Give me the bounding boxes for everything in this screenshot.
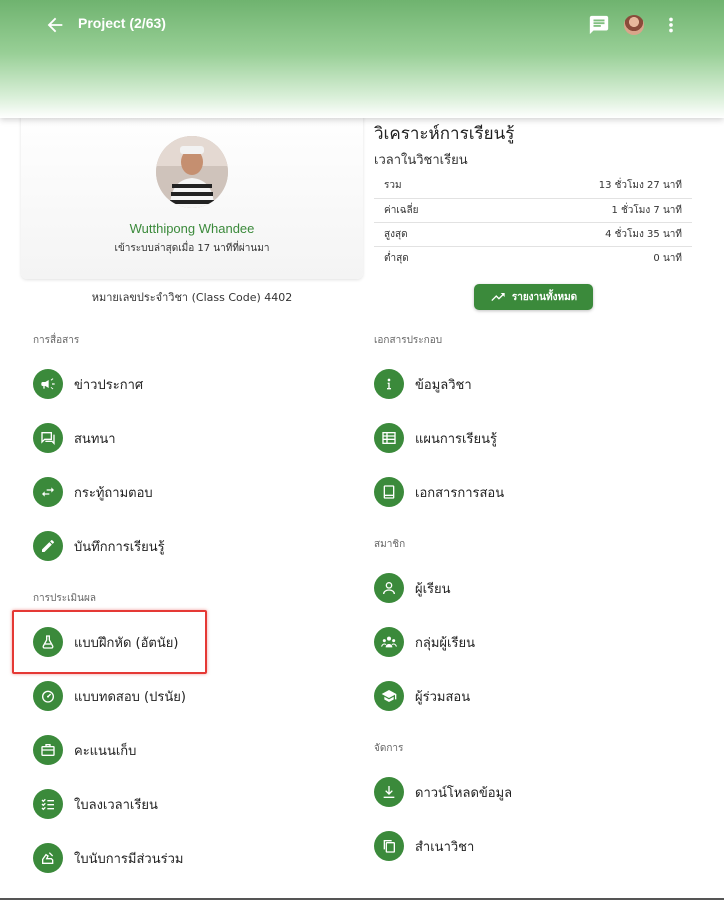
menu-label: กลุ่มผู้เรียน — [415, 635, 475, 651]
table-row: ต่ำสุด 0 นาที — [374, 246, 692, 270]
forum-icon — [33, 423, 63, 453]
pencil-icon — [33, 531, 63, 561]
profile-name: Wutthipong Whandee — [129, 221, 255, 236]
hand-icon — [33, 843, 63, 873]
stat-label: ค่าเฉลี่ย — [384, 204, 419, 216]
menu-item-copy-course[interactable]: สำเนาวิชา — [374, 828, 474, 864]
highlight-box — [12, 610, 207, 674]
checklist-icon — [33, 789, 63, 819]
stat-label: ต่ำสุด — [384, 252, 409, 264]
group-icon — [374, 627, 404, 657]
class-code: หมายเลขประจำวิชา (Class Code) 4402 — [91, 291, 293, 304]
megaphone-icon — [33, 369, 63, 399]
menu-label: เอกสารการสอน — [415, 485, 505, 501]
menu-label: แผนการเรียนรู้ — [415, 431, 497, 447]
user-avatar[interactable] — [624, 15, 644, 35]
table-row: สูงสุด 4 ชั่วโมง 35 นาที — [374, 222, 692, 246]
menu-item-learning-log[interactable]: บันทึกการเรียนรู้ — [33, 528, 165, 564]
section-manage-title: จัดการ — [374, 743, 404, 754]
arrow-left-icon[interactable] — [44, 14, 66, 36]
menu-label: คะแนนเก็บ — [74, 743, 137, 759]
section-communication-title: การสื่อสาร — [33, 335, 80, 346]
menu-item-download-data[interactable]: ดาวน์โหลดข้อมูล — [374, 774, 512, 810]
briefcase-icon — [33, 735, 63, 765]
menu-label: บันทึกการเรียนรู้ — [74, 539, 165, 555]
menu-label: ข้อมูลวิชา — [415, 377, 472, 393]
profile-photo — [156, 136, 228, 208]
menu-label: แบบทดสอบ (ปรนัย) — [74, 689, 186, 705]
menu-label: ผู้ร่วมสอน — [415, 689, 471, 705]
menu-label: ดาวน์โหลดข้อมูล — [415, 785, 513, 801]
page-title: Project (2/63) — [78, 15, 166, 31]
menu-item-co-teachers[interactable]: ผู้ร่วมสอน — [374, 678, 470, 714]
speedometer-icon — [33, 681, 63, 711]
menu-item-participation[interactable]: ใบนับการมีส่วนร่วม — [33, 840, 183, 876]
menu-item-students[interactable]: ผู้เรียน — [374, 570, 451, 606]
menu-label: ผู้เรียน — [415, 581, 451, 597]
stat-value: 13 ชั่วโมง 27 นาที — [598, 180, 682, 192]
menu-item-learning-plan[interactable]: แผนการเรียนรู้ — [374, 420, 497, 456]
analysis-title: วิเคราะห์การเรียนรู้ — [374, 124, 515, 144]
menu-label: สนทนา — [74, 431, 116, 447]
menu-item-teaching-docs[interactable]: เอกสารการสอน — [374, 474, 504, 510]
menu-item-scores[interactable]: คะแนนเก็บ — [33, 732, 136, 768]
stat-value: 0 นาที — [653, 252, 682, 264]
table-row: รวม 13 ชั่วโมง 27 นาที — [374, 174, 692, 198]
menu-label: ใบนับการมีส่วนร่วม — [74, 851, 184, 867]
stat-value: 1 ชั่วโมง 7 นาที — [611, 204, 682, 216]
stat-label: สูงสุด — [384, 228, 408, 240]
graduation-cap-icon — [374, 681, 404, 711]
menu-label: ใบลงเวลาเรียน — [74, 797, 158, 813]
report-all-button[interactable]: รายงานทั้งหมด — [474, 284, 593, 310]
section-members-title: สมาชิก — [374, 539, 406, 550]
menu-item-announcements[interactable]: ข่าวประกาศ — [33, 366, 143, 402]
table-icon — [374, 423, 404, 453]
copy-icon — [374, 831, 404, 861]
menu-item-qa[interactable]: กระทู้ถามตอบ — [33, 474, 153, 510]
menu-item-attendance[interactable]: ใบลงเวลาเรียน — [33, 786, 158, 822]
menu-item-student-groups[interactable]: กลุ่มผู้เรียน — [374, 624, 475, 660]
trending-up-icon — [491, 293, 505, 301]
report-all-label: รายงานทั้งหมด — [511, 291, 578, 303]
app-header: Project (2/63) — [0, 0, 724, 118]
section-assessment-title: การประเมินผล — [33, 593, 96, 604]
stat-value: 4 ชั่วโมง 35 นาที — [605, 228, 682, 240]
last-login-text: เข้าระบบล่าสุดเมื่อ 17 นาทีที่ผ่านมา — [114, 243, 270, 254]
stat-label: รวม — [384, 180, 402, 192]
menu-item-discussion[interactable]: สนทนา — [33, 420, 116, 456]
section-documents-title: เอกสารประกอบ — [374, 335, 443, 346]
menu-label: ข่าวประกาศ — [74, 377, 144, 393]
book-icon — [374, 477, 404, 507]
more-vert-icon[interactable] — [660, 14, 682, 36]
time-stats-table: รวม 13 ชั่วโมง 27 นาที ค่าเฉลี่ย 1 ชั่วโ… — [374, 174, 692, 270]
chat-icon[interactable] — [588, 14, 610, 36]
analysis-subtitle: เวลาในวิชาเรียน — [374, 153, 468, 168]
menu-label: กระทู้ถามตอบ — [74, 485, 153, 501]
info-icon — [374, 369, 404, 399]
menu-item-course-info[interactable]: ข้อมูลวิชา — [374, 366, 472, 402]
menu-item-quiz[interactable]: แบบทดสอบ (ปรนัย) — [33, 678, 186, 714]
swap-icon — [33, 477, 63, 507]
table-row: ค่าเฉลี่ย 1 ชั่วโมง 7 นาที — [374, 198, 692, 222]
person-icon — [374, 573, 404, 603]
profile-card: Wutthipong Whandee เข้าระบบล่าสุดเมื่อ 1… — [21, 110, 363, 279]
download-icon — [374, 777, 404, 807]
menu-label: สำเนาวิชา — [415, 839, 475, 855]
